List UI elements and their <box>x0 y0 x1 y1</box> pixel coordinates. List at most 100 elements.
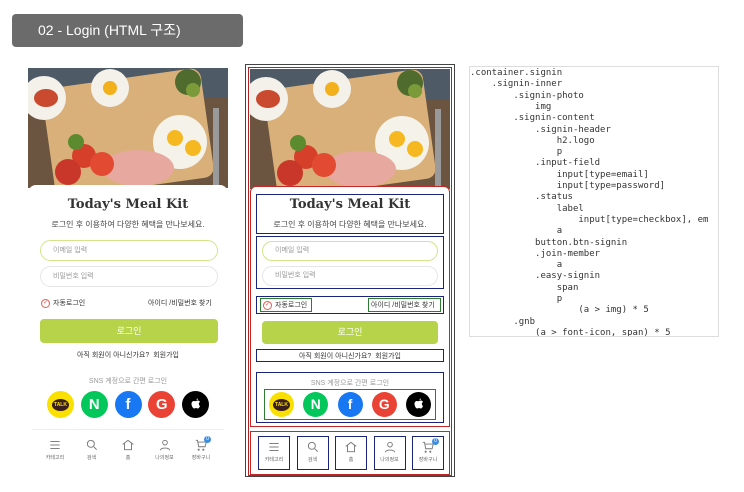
apple-icon <box>413 396 425 414</box>
annotated-join-question: 아직 회원이 아니신가요? <box>299 353 372 360</box>
menu-icon <box>50 441 60 449</box>
annotated-email-input[interactable]: 이메일 입력 <box>262 241 438 261</box>
annotated-google-signin-button[interactable]: G <box>371 392 397 417</box>
gnb-item-home[interactable]: 홈 <box>111 438 145 461</box>
breakfast-photo <box>28 68 228 188</box>
signin-photo <box>28 68 228 188</box>
annotated-signin-button[interactable]: 로그인 <box>262 321 438 344</box>
home-icon <box>122 439 134 451</box>
remember-label: 자동로그인 <box>53 300 86 307</box>
code-line: .easy-signin <box>470 271 601 282</box>
naver-icon: N <box>310 397 321 412</box>
annotated-find-account-link[interactable]: 아이디 /비밀번호 찾기 <box>371 300 435 310</box>
code-line: .signin-inner <box>470 79 563 90</box>
annotated-easy-title: SNS 계정으로 간편 로그인 <box>310 380 390 387</box>
signin-button[interactable]: 로그인 <box>40 319 218 343</box>
code-line: .signin-photo <box>470 90 584 101</box>
join-question: 아직 회원이 아니신가요? <box>77 352 150 359</box>
facebook-signin-button[interactable]: f <box>114 391 142 418</box>
gnb-label: 나의정보 <box>380 457 399 463</box>
code-line: .gnb <box>470 316 536 327</box>
google-signin-button[interactable]: G <box>148 391 176 418</box>
email-input[interactable]: 이메일 입력 <box>40 240 218 261</box>
check-icon: ✓ <box>263 300 272 310</box>
gnb-label: 검색 <box>307 457 318 463</box>
annotated-gnb: 카테고리 검색 홈 나의정보 장바구니 0 <box>258 436 444 470</box>
annotated-mockup: Today's Meal Kit 로그인 후 이용하여 다양한 혜택을 만나보세… <box>248 67 452 476</box>
code-line: p <box>470 147 563 158</box>
gnb-label: 카테고리 <box>45 455 65 461</box>
easy-signin-title: SNS 계정으로 간편 로그인 <box>88 378 168 385</box>
code-line: img <box>470 101 552 112</box>
annotated-remember-label: 자동로그인 <box>275 302 308 309</box>
annotated-password-input[interactable]: 비밀번호 입력 <box>262 266 438 286</box>
code-line: input[type=email] <box>470 169 649 180</box>
code-line: .signin-header <box>470 124 611 135</box>
kakao-icon: TALK <box>52 398 69 411</box>
code-line: (a > font-icon, span) * 5 <box>470 327 671 337</box>
apple-signin-button[interactable] <box>182 391 209 418</box>
user-icon <box>384 441 395 453</box>
code-line: p <box>470 294 563 304</box>
join-link[interactable]: 회원가입 <box>153 352 179 359</box>
code-line: label <box>470 203 584 214</box>
annotated-apple-signin-button[interactable] <box>406 392 431 417</box>
apple-icon <box>190 396 202 414</box>
menu-icon <box>269 443 279 451</box>
gnb-label: 카테고리 <box>264 457 284 463</box>
annotated-logo: Today's Meal Kit <box>289 197 411 212</box>
code-line: .status <box>470 192 573 203</box>
annotated-kakao-signin-button[interactable]: TALK <box>269 392 294 417</box>
gnb-item-search[interactable]: 검색 <box>75 438 109 461</box>
code-line: .signin-content <box>470 113 595 124</box>
check-icon: ✓ <box>41 298 50 308</box>
search-icon <box>307 441 318 452</box>
code-line: input[type=password] <box>470 181 666 191</box>
password-input[interactable]: 비밀번호 입력 <box>40 266 218 287</box>
remember-checkbox[interactable]: ✓ 자동로그인 <box>41 298 85 308</box>
annotated-gnb-item-home[interactable]: 홈 <box>335 436 367 470</box>
code-line: (a > img) * 5 <box>470 305 649 316</box>
code-line: button.btn-signin <box>470 237 628 248</box>
gnb-label: 홈 <box>125 455 131 461</box>
logo: Today's Meal Kit <box>67 197 189 212</box>
login-mockup: Today's Meal Kit 로그인 후 이용하여 다양한 혜택을 만나보세… <box>28 68 228 472</box>
code-line: .container.signin <box>470 68 563 78</box>
google-icon: G <box>378 397 390 412</box>
user-icon <box>159 439 170 451</box>
gnb-label: 장바구니 <box>418 457 438 463</box>
kakao-signin-button[interactable]: TALK <box>47 391 74 418</box>
annotated-gnb-item-cart[interactable]: 장바구니 0 <box>412 436 444 470</box>
gnb: 카테고리 검색 홈 나의정보 장바구니 0 <box>38 436 218 461</box>
code-line: .input-field <box>470 158 601 169</box>
find-account-link[interactable]: 아이디 /비밀번호 찾기 <box>148 298 212 308</box>
gnb-item-user[interactable]: 나의정보 <box>148 438 182 461</box>
cart-count-badge: 0 <box>432 438 439 445</box>
gnb-item-menu[interactable]: 카테고리 <box>38 438 72 461</box>
annotated-tagline: 로그인 후 이용하여 다양한 혜택을 만나보세요. <box>273 220 427 229</box>
code-line: .join-member <box>470 248 601 259</box>
gnb-label: 홈 <box>348 457 354 463</box>
annotated-naver-signin-button[interactable]: N <box>303 392 329 417</box>
kakao-icon: TALK <box>273 398 290 411</box>
facebook-icon: f <box>347 397 353 412</box>
gnb-item-cart[interactable]: 장바구니 0 <box>184 436 218 461</box>
gnb-label: 검색 <box>86 455 97 461</box>
naver-icon: N <box>88 396 100 413</box>
signin-content: Today's Meal Kit 로그인 후 이용하여 다양한 혜택을 만나보세… <box>28 185 228 472</box>
annotated-gnb-item-menu[interactable]: 카테고리 <box>258 436 290 470</box>
annotated-gnb-item-search[interactable]: 검색 <box>296 436 329 470</box>
code-line: a <box>470 226 563 237</box>
annotated-remember-checkbox[interactable]: ✓ 자동로그인 <box>263 300 307 310</box>
annotated-gnb-item-user[interactable]: 나의정보 <box>373 436 406 470</box>
code-line: a <box>470 260 563 271</box>
naver-signin-button[interactable]: N <box>80 391 108 418</box>
tagline: 로그인 후 이용하여 다양한 혜택을 만나보세요. <box>51 220 205 229</box>
breakfast-photo <box>250 69 450 189</box>
code-line: span <box>470 282 579 293</box>
annotated-facebook-signin-button[interactable]: f <box>337 392 363 417</box>
annotated-join-link[interactable]: 회원가입 <box>375 353 401 360</box>
annotated-signin-photo <box>250 69 450 189</box>
search-icon <box>86 439 97 450</box>
annotated-join: 아직 회원이 아니신가요? 회원가입 <box>250 351 450 361</box>
